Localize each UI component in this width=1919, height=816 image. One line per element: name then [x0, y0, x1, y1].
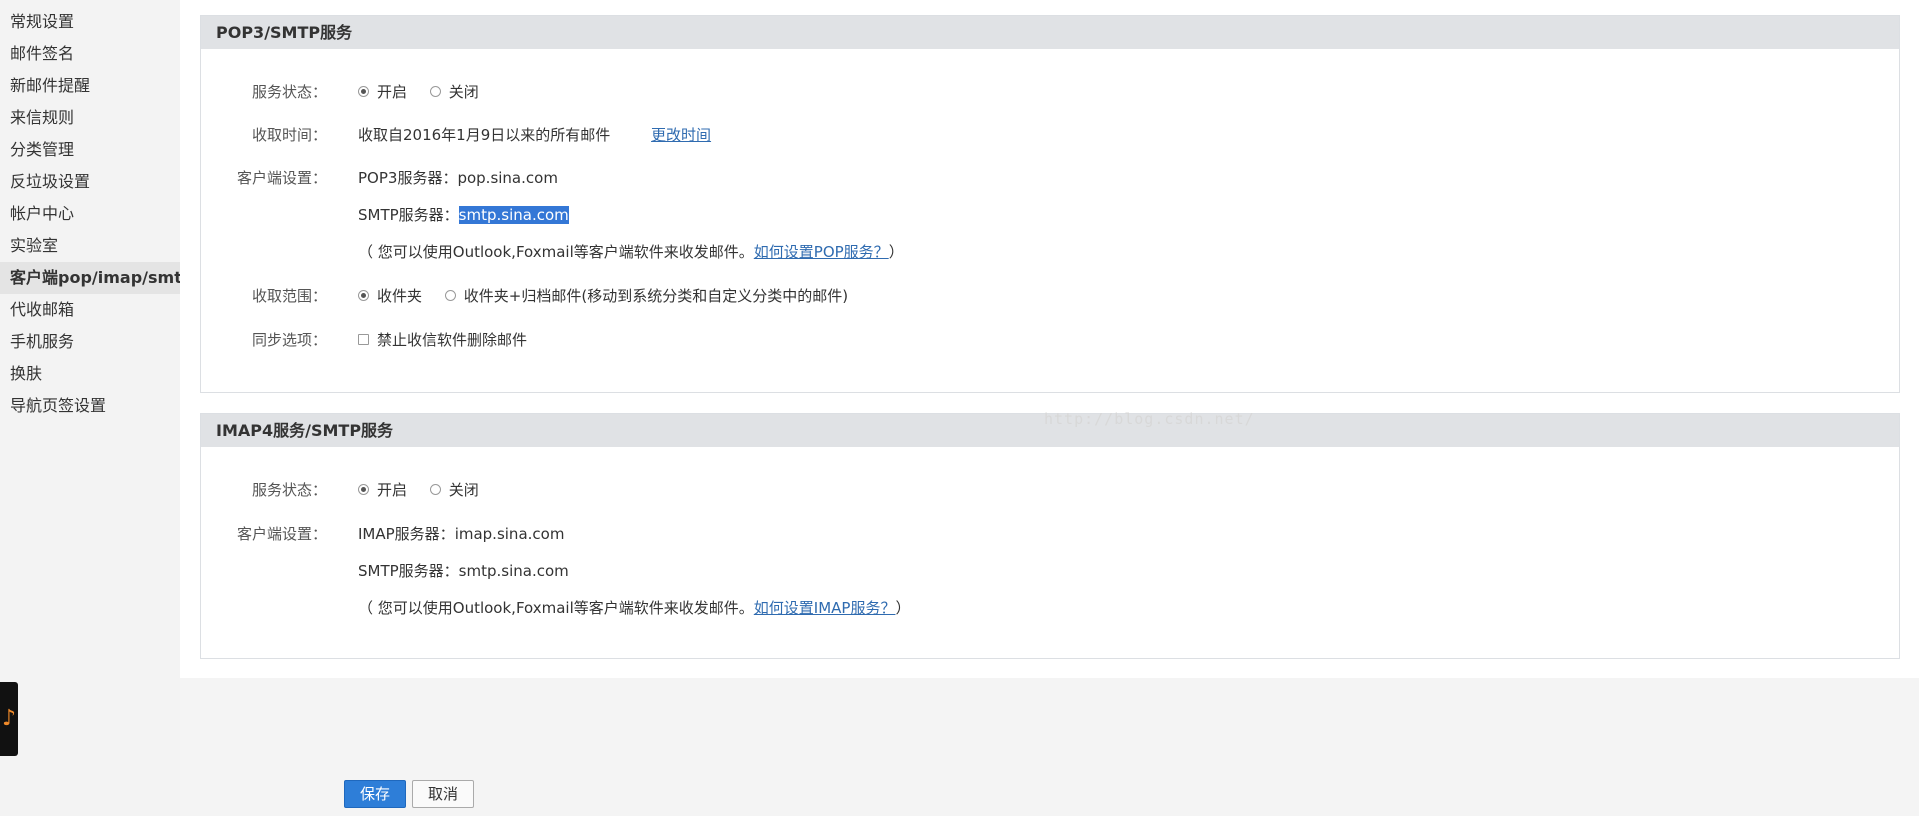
- imap-status-options: 开启 关闭: [358, 478, 497, 502]
- main-area: POP3/SMTP服务 服务状态： 开启 关闭 收取时间： 收取自2016年1月…: [180, 0, 1919, 816]
- sidebar-item-skin[interactable]: 换肤: [0, 358, 180, 390]
- pop3-sync-row: 同步选项： 禁止收信软件删除邮件: [201, 328, 1899, 352]
- pop3-note-suffix: ）: [888, 243, 904, 261]
- imap-status-on-option[interactable]: 开启: [358, 478, 407, 502]
- pop3-range-label: 收取范围：: [251, 287, 327, 305]
- save-button[interactable]: 保存: [344, 780, 406, 808]
- sidebar-item-nav-tab-settings[interactable]: 导航页签设置: [0, 390, 180, 422]
- imap-note-text: （ 您可以使用Outlook,Foxmail等客户端软件来收发邮件。: [358, 599, 754, 617]
- sidebar-item-signature[interactable]: 邮件签名: [0, 38, 180, 70]
- pop3-smtp-panel: POP3/SMTP服务 服务状态： 开启 关闭 收取时间： 收取自2016年1月…: [200, 15, 1900, 393]
- pop3-note-row: （ 您可以使用Outlook,Foxmail等客户端软件来收发邮件。如何设置PO…: [201, 240, 1899, 264]
- pop3-note: （ 您可以使用Outlook,Foxmail等客户端软件来收发邮件。如何设置PO…: [358, 240, 904, 264]
- pop3-fetch-time-value-wrap: 收取自2016年1月9日以来的所有邮件 更改时间: [358, 123, 711, 147]
- imap-status-off-radio[interactable]: [429, 484, 441, 495]
- sidebar-item-anti-spam[interactable]: 反垃圾设置: [0, 166, 180, 198]
- pop3-smtp-server-prefix: SMTP服务器：: [358, 206, 459, 224]
- settings-content: POP3/SMTP服务 服务状态： 开启 关闭 收取时间： 收取自2016年1月…: [180, 0, 1919, 678]
- pop3-sync-options: 禁止收信软件删除邮件: [358, 328, 545, 352]
- how-to-setup-pop-link[interactable]: 如何设置POP服务？: [754, 243, 889, 261]
- change-time-link[interactable]: 更改时间: [651, 126, 711, 144]
- pop3-fetch-time-row: 收取时间： 收取自2016年1月9日以来的所有邮件 更改时间: [201, 123, 1899, 147]
- sync-prevent-delete-checkbox[interactable]: [358, 334, 369, 345]
- imap-status-row: 服务状态： 开启 关闭: [201, 478, 1899, 502]
- imap-smtp-row: SMTP服务器：smtp.sina.com: [201, 559, 1899, 583]
- range-inbox-archive-radio[interactable]: [444, 290, 456, 301]
- sidebar: 常规设置 邮件签名 新邮件提醒 来信规则 分类管理 反垃圾设置 帐户中心 实验室…: [0, 0, 180, 816]
- imap-client-row: 客户端设置： IMAP服务器：imap.sina.com: [201, 522, 1899, 546]
- sidebar-item-category-management[interactable]: 分类管理: [0, 134, 180, 166]
- imap-smtp-server-line: SMTP服务器：smtp.sina.com: [358, 559, 569, 583]
- music-note-icon[interactable]: ♪: [0, 682, 18, 756]
- pop3-status-off-option[interactable]: 关闭: [429, 80, 479, 104]
- imap-server-value: imap.sina.com: [454, 525, 565, 543]
- pop3-status-on-option[interactable]: 开启: [358, 80, 407, 104]
- sidebar-item-lab[interactable]: 实验室: [0, 230, 180, 262]
- pop3-range-row: 收取范围： 收件夹 收件夹+归档邮件(移动到系统分类和自定义分类中的邮件): [201, 284, 1899, 308]
- imap-note-row: （ 您可以使用Outlook,Foxmail等客户端软件来收发邮件。如何设置IM…: [201, 596, 1899, 620]
- sync-prevent-delete-label: 禁止收信软件删除邮件: [377, 331, 528, 349]
- imap-status-off-option[interactable]: 关闭: [429, 478, 479, 502]
- pop3-status-on-label: 开启: [377, 83, 408, 101]
- range-inbox-archive-label: 收件夹+归档邮件(移动到系统分类和自定义分类中的邮件): [463, 287, 849, 305]
- imap-status-on-label: 开启: [377, 481, 408, 499]
- sidebar-item-mail-rules[interactable]: 来信规则: [0, 102, 180, 134]
- pop3-server-value: pop.sina.com: [457, 169, 558, 187]
- pop3-range-options: 收件夹 收件夹+归档邮件(移动到系统分类和自定义分类中的邮件): [358, 284, 866, 308]
- sidebar-item-account-center[interactable]: 帐户中心: [0, 198, 180, 230]
- pop3-fetch-time-value: 收取自2016年1月9日以来的所有邮件: [358, 126, 611, 144]
- pop3-status-row: 服务状态： 开启 关闭: [201, 80, 1899, 104]
- pop3-smtp-row: SMTP服务器：smtp.sina.com: [201, 203, 1899, 227]
- how-to-setup-imap-link[interactable]: 如何设置IMAP服务？: [754, 599, 896, 617]
- imap-smtp-panel: IMAP4服务/SMTP服务 服务状态： 开启 关闭 客户端设置： IMAP服务…: [200, 413, 1900, 659]
- pop3-smtp-server-value: smtp.sina.com: [458, 206, 569, 224]
- pop3-status-off-radio[interactable]: [429, 86, 441, 97]
- pop3-status-off-label: 关闭: [448, 83, 479, 101]
- imap-smtp-server-prefix: SMTP服务器：: [358, 562, 459, 580]
- pop3-status-on-radio[interactable]: [358, 86, 369, 97]
- pop3-server-prefix: POP3服务器：: [358, 169, 458, 187]
- pop3-status-label: 服务状态：: [251, 83, 327, 101]
- pop3-fetch-time-label: 收取时间：: [251, 126, 327, 144]
- range-inbox-option[interactable]: 收件夹: [358, 284, 422, 308]
- pop3-sync-label: 同步选项：: [251, 331, 327, 349]
- sidebar-item-mail-collection[interactable]: 代收邮箱: [0, 294, 180, 326]
- pop3-client-label: 客户端设置：: [236, 169, 327, 187]
- pop3-note-text: （ 您可以使用Outlook,Foxmail等客户端软件来收发邮件。: [358, 243, 754, 261]
- sidebar-item-client-pop-imap-smtp[interactable]: 客户端pop/imap/smtp: [0, 262, 180, 294]
- pop3-panel-title: POP3/SMTP服务: [201, 16, 1899, 49]
- imap-status-off-label: 关闭: [448, 481, 479, 499]
- sync-prevent-delete-option[interactable]: 禁止收信软件删除邮件: [358, 328, 527, 352]
- sidebar-item-new-mail-alert[interactable]: 新邮件提醒: [0, 70, 180, 102]
- pop3-status-options: 开启 关闭: [358, 80, 497, 104]
- imap-client-label: 客户端设置：: [236, 525, 327, 543]
- imap-server-line: IMAP服务器：imap.sina.com: [358, 522, 564, 546]
- imap-server-prefix: IMAP服务器：: [358, 525, 455, 543]
- cancel-button[interactable]: 取消: [412, 780, 474, 808]
- imap-note: （ 您可以使用Outlook,Foxmail等客户端软件来收发邮件。如何设置IM…: [358, 596, 910, 620]
- imap-status-label: 服务状态：: [251, 481, 327, 499]
- range-inbox-radio[interactable]: [358, 290, 369, 301]
- sidebar-item-mobile-service[interactable]: 手机服务: [0, 326, 180, 358]
- imap-note-suffix: ）: [895, 599, 911, 617]
- imap-smtp-server-value: smtp.sina.com: [458, 562, 569, 580]
- sidebar-item-general[interactable]: 常规设置: [0, 6, 180, 38]
- pop3-client-row: 客户端设置： POP3服务器：pop.sina.com: [201, 166, 1899, 190]
- pop3-smtp-server-line: SMTP服务器：smtp.sina.com: [358, 203, 569, 227]
- imap-status-on-radio[interactable]: [358, 484, 369, 495]
- pop3-server-line: POP3服务器：pop.sina.com: [358, 166, 558, 190]
- range-inbox-archive-option[interactable]: 收件夹+归档邮件(移动到系统分类和自定义分类中的邮件): [444, 284, 849, 308]
- range-inbox-label: 收件夹: [377, 287, 423, 305]
- watermark: http://blog.csdn.net/: [1044, 410, 1255, 428]
